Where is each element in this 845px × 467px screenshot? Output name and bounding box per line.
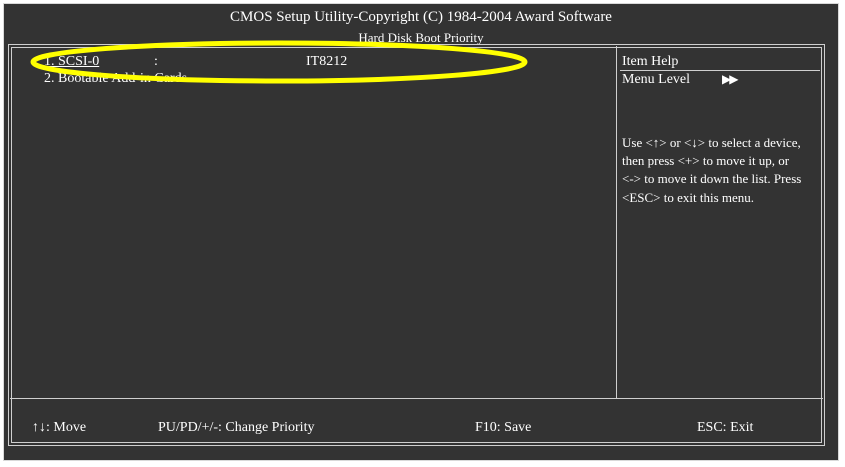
- menu-level-label: Menu Level: [622, 72, 691, 87]
- footer-priority-hint: PU/PD/+/-: Change Priority: [158, 420, 315, 435]
- double-right-arrow-icon: ▶▶: [722, 72, 739, 86]
- boot-item-label: 1. SCSI-0: [44, 54, 100, 69]
- boot-item-label: 2. Bootable Add-in Cards: [44, 71, 188, 86]
- window-title: CMOS Setup Utility-Copyright (C) 1984-20…: [230, 9, 612, 25]
- page-title: Hard Disk Boot Priority: [358, 30, 484, 45]
- help-menu-level: Menu Level ▶▶: [622, 72, 739, 87]
- boot-item-separator: :: [154, 54, 158, 69]
- boot-item-value: IT8212: [306, 54, 348, 69]
- footer-divider: [10, 398, 823, 399]
- help-text: Use <↑> or <↓> to select a device, then …: [622, 135, 802, 205]
- help-divider: [616, 46, 617, 398]
- help-title-underline: [620, 70, 820, 71]
- boot-priority-item-scsi[interactable]: 1. SCSI-0 : IT8212: [44, 54, 347, 69]
- footer-move-hint: ↑↓: Move: [32, 420, 87, 435]
- help-title: Item Help: [622, 54, 679, 69]
- footer-save-hint: F10: Save: [475, 420, 532, 435]
- main-frame: [8, 44, 825, 446]
- boot-priority-item-addin[interactable]: 2. Bootable Add-in Cards: [44, 71, 187, 86]
- footer-exit-hint: ESC: Exit: [697, 420, 754, 435]
